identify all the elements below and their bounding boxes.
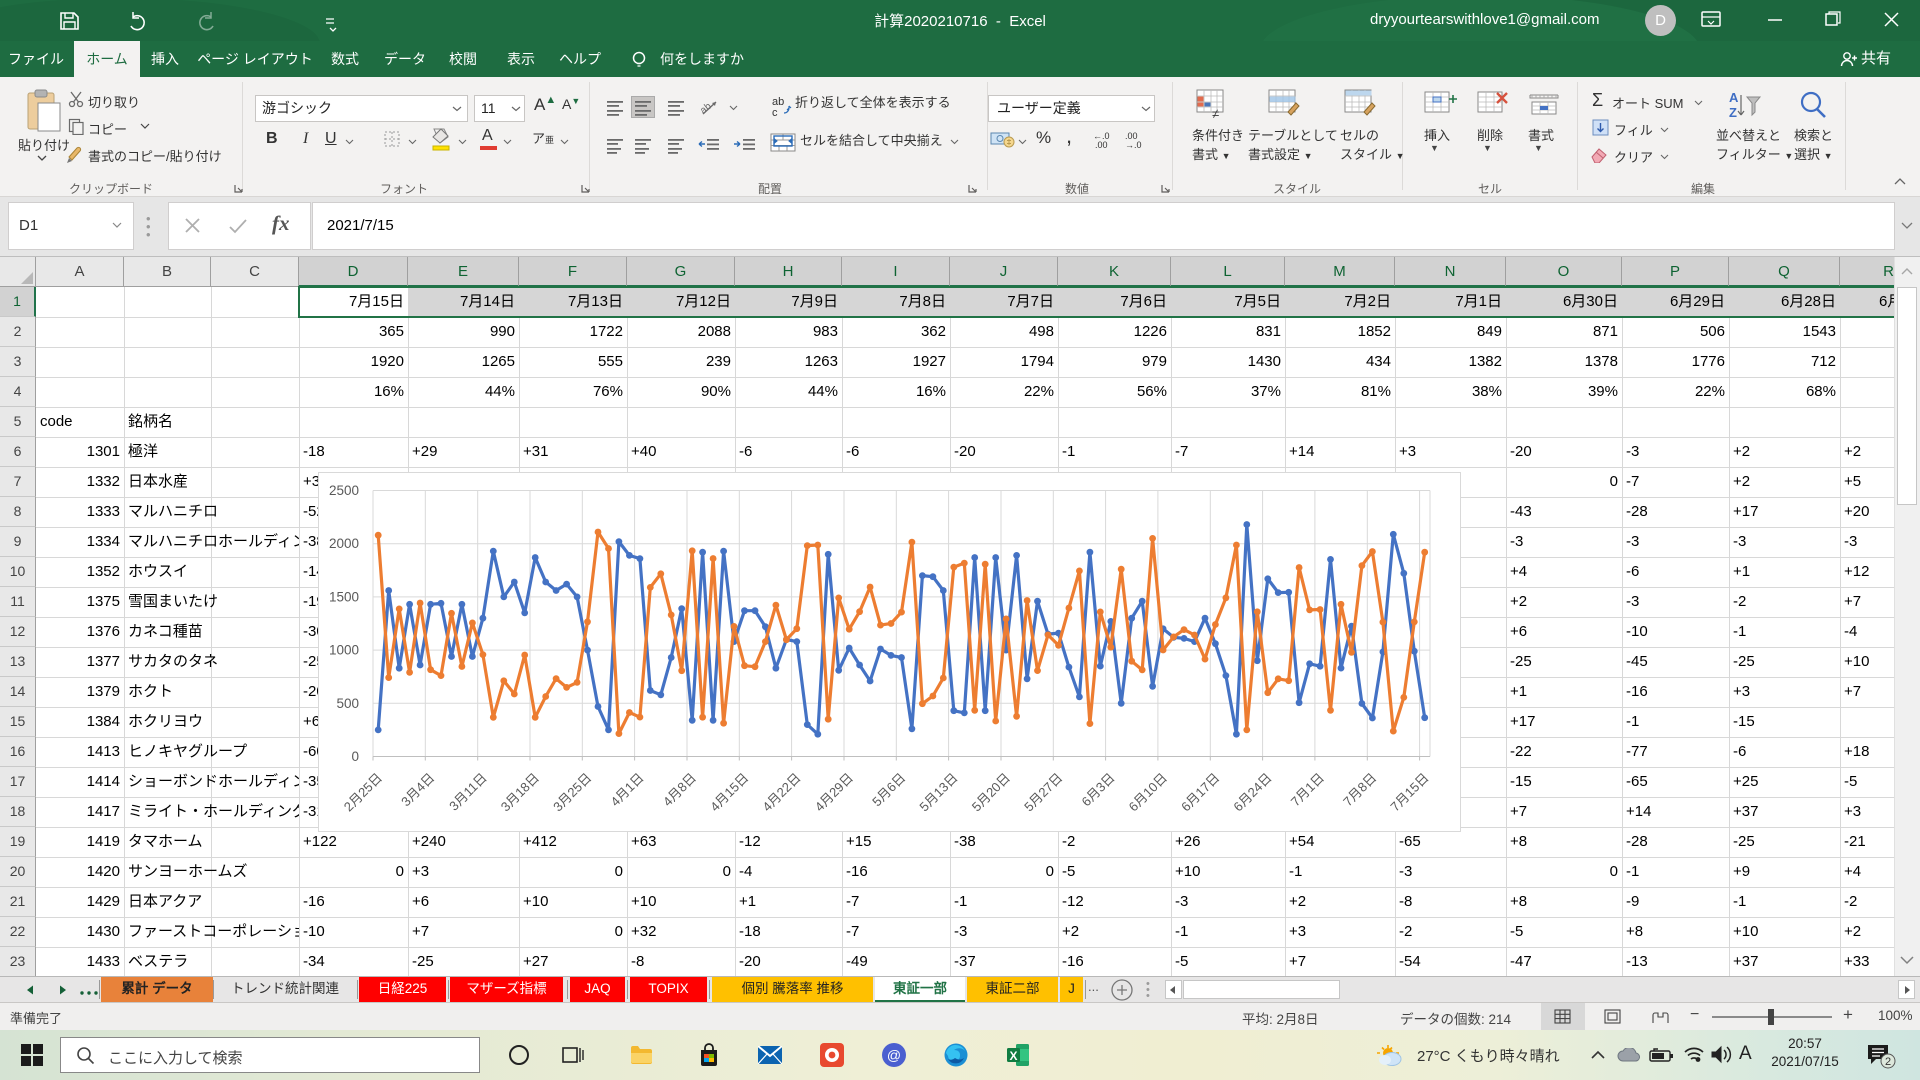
svg-text:5月13日: 5月13日 — [916, 770, 960, 814]
svg-text:2: 2 — [1885, 1056, 1891, 1068]
svg-text:5月20日: 5月20日 — [969, 770, 1013, 814]
svg-text:→.0: →.0 — [1125, 140, 1142, 149]
svg-text:3月18日: 3月18日 — [498, 770, 542, 814]
svg-text:2000: 2000 — [329, 536, 359, 551]
svg-text:1000: 1000 — [329, 643, 359, 658]
svg-text:4月8日: 4月8日 — [660, 770, 699, 809]
svg-text:500: 500 — [336, 696, 359, 711]
svg-text:A: A — [1729, 90, 1739, 105]
svg-text:Z: Z — [1729, 105, 1737, 120]
svg-text:7月1日: 7月1日 — [1288, 770, 1327, 809]
svg-text:6月10日: 6月10日 — [1126, 770, 1170, 814]
svg-text:6月24日: 6月24日 — [1230, 770, 1274, 814]
svg-text:7月15日: 7月15日 — [1387, 770, 1431, 814]
svg-text:2月25日: 2月25日 — [341, 770, 385, 814]
svg-text:5月6日: 5月6日 — [869, 770, 908, 809]
svg-text:3月11日: 3月11日 — [446, 770, 490, 814]
svg-text:4月15日: 4月15日 — [707, 770, 751, 814]
svg-text:@: @ — [887, 1047, 901, 1063]
svg-text:X: X — [1009, 1049, 1017, 1063]
svg-text:4月1日: 4月1日 — [607, 770, 646, 809]
svg-text:0: 0 — [351, 749, 359, 764]
svg-text:7月8日: 7月8日 — [1340, 770, 1379, 809]
svg-text:5月27日: 5月27日 — [1021, 770, 1065, 814]
svg-text:c: c — [772, 107, 778, 118]
svg-text:2500: 2500 — [329, 483, 359, 498]
svg-text:6月17日: 6月17日 — [1178, 770, 1222, 814]
svg-text:ab: ab — [700, 101, 714, 117]
svg-text:6月3日: 6月3日 — [1078, 770, 1117, 809]
svg-text:≠: ≠ — [1212, 106, 1219, 119]
svg-text:1500: 1500 — [329, 589, 359, 604]
svg-text:4月22日: 4月22日 — [759, 770, 803, 814]
svg-text:.00: .00 — [1095, 140, 1108, 149]
svg-text:3月4日: 3月4日 — [398, 770, 437, 809]
svg-text:3月25日: 3月25日 — [550, 770, 594, 814]
svg-text:4月29日: 4月29日 — [812, 770, 856, 814]
